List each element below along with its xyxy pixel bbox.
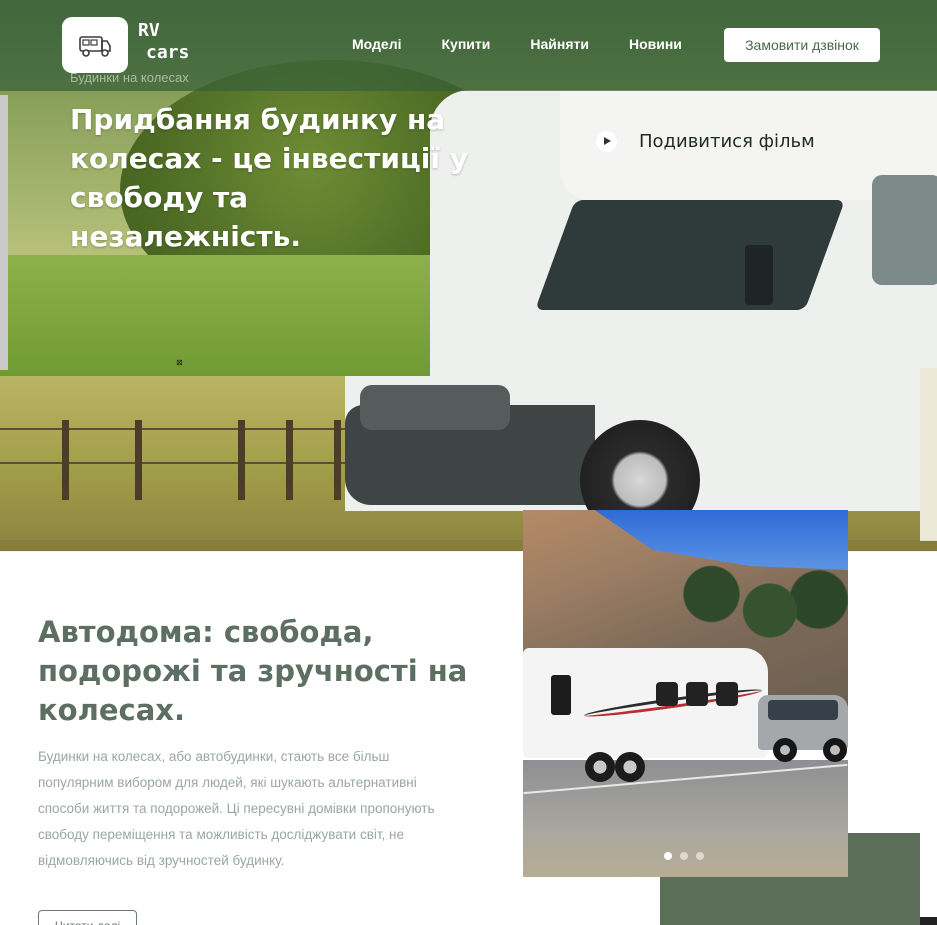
photo-trailer-window [716, 682, 738, 706]
play-icon[interactable] [596, 131, 617, 152]
hero-title: Придбання будинку на колесах - це інвест… [70, 103, 468, 253]
hero-rv-windshield [534, 200, 846, 310]
slider-dot[interactable] [680, 852, 688, 860]
photo-suv-wheel [773, 738, 797, 762]
hero-rv-side-window [872, 175, 937, 285]
logo-line-1: RV [138, 20, 160, 41]
photo-trailer-door [551, 675, 571, 715]
slider-dots [664, 852, 704, 860]
photo-trailer-window [656, 682, 678, 706]
photo-trailer-window [686, 682, 708, 706]
nav-item-models[interactable]: Моделі [352, 36, 402, 52]
hero-edge-strip [0, 95, 8, 370]
hero-marker-icon: ⊠ [176, 358, 183, 367]
section-title: Автодома: свобода, подорожі та зручності… [38, 615, 468, 727]
logo-line-2: cars [146, 42, 190, 63]
nav-item-buy[interactable]: Купити [442, 36, 491, 52]
logo-tagline: Будинки на колесах [70, 70, 189, 85]
main-nav: Моделі Купити Найняти Новини [352, 36, 682, 52]
slider-image [523, 510, 848, 877]
hero-fence-post [334, 420, 341, 500]
section-description: Будинки на колесах, або автобудинки, ста… [38, 749, 435, 868]
watch-video-link[interactable]: Подивитися фільм [596, 131, 815, 152]
photo-trailer-wheel [615, 752, 645, 782]
nav-item-news[interactable]: Новини [629, 36, 682, 52]
watch-video-label: Подивитися фільм [639, 131, 815, 152]
rv-camper-icon [79, 36, 111, 57]
hero-rv-grille [360, 385, 510, 430]
hero-fence-post [62, 420, 69, 500]
logo[interactable] [62, 17, 128, 73]
photo-trailer-wheel [585, 752, 615, 782]
page-corner-mark [920, 917, 937, 925]
hero-rv-mirror [745, 245, 773, 305]
request-call-button[interactable]: Замовити дзвінок [724, 28, 880, 62]
hero-fence-rail-lower [0, 462, 360, 464]
hero-fence-post [286, 420, 293, 500]
hero-fence-rail [0, 428, 360, 430]
hero-fence-post [135, 420, 142, 500]
hero-fence-post [238, 420, 245, 500]
logo-wordmark: RV cars [138, 20, 189, 64]
photo-suv-windows [768, 700, 838, 720]
photo-trees [653, 550, 848, 660]
photo-suv-wheel [823, 738, 847, 762]
read-more-button[interactable]: Читати далі [38, 910, 137, 925]
site-header: RV cars Будинки на колесах Моделі Купити… [0, 0, 937, 91]
nav-item-rent[interactable]: Найняти [530, 36, 589, 52]
slider-dot[interactable] [664, 852, 672, 860]
slider-dot[interactable] [696, 852, 704, 860]
hero-edge-strip-right [920, 368, 937, 541]
